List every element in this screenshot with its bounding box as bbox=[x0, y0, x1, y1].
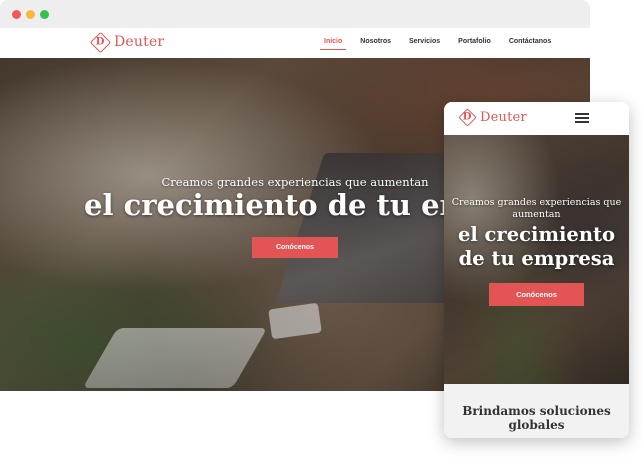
solutions-heading: Brindamos soluciones globales bbox=[462, 404, 611, 432]
browser-bar bbox=[0, 0, 590, 28]
maximize-window-dot[interactable] bbox=[40, 10, 49, 19]
conocenos-button[interactable]: Conócenos bbox=[252, 237, 338, 258]
nav-item-contactanos[interactable]: Contáctanos bbox=[509, 38, 551, 45]
mobile-logo-letter: D bbox=[463, 111, 472, 123]
hamburger-line bbox=[575, 121, 589, 123]
nav-item-nosotros[interactable]: Nosotros bbox=[360, 38, 391, 45]
mobile-header: D Deuter bbox=[444, 102, 629, 135]
mobile-hero-subtitle: Creamos grandes experiencias que aumenta… bbox=[451, 197, 622, 220]
mobile-brand-logo[interactable]: D Deuter bbox=[458, 108, 527, 127]
close-window-dot[interactable] bbox=[12, 10, 21, 19]
brand-name: Deuter bbox=[114, 34, 165, 50]
main-nav: Inicio Nosotros Servicios Portafolio Con… bbox=[319, 38, 569, 50]
brand-logo[interactable]: D Deuter bbox=[89, 31, 165, 53]
hamburger-icon[interactable] bbox=[575, 113, 589, 123]
mobile-hero-section: Creamos grandes experiencias que aumenta… bbox=[444, 135, 629, 384]
hamburger-line bbox=[575, 113, 589, 115]
mobile-hero-title: el crecimiento de tu empresa bbox=[457, 223, 616, 270]
mobile-solutions-section: Brindamos soluciones globales bbox=[444, 384, 629, 438]
mobile-logo-diamond-icon: D bbox=[458, 108, 477, 127]
nav-item-inicio[interactable]: Inicio bbox=[319, 38, 347, 50]
logo-diamond-icon: D bbox=[89, 31, 112, 53]
mobile-brand-name: Deuter bbox=[480, 110, 527, 125]
hamburger-line bbox=[575, 117, 589, 119]
mobile-mockup: D Deuter Creamos grandes experiencias qu… bbox=[444, 102, 629, 438]
nav-item-portafolio[interactable]: Portafolio bbox=[458, 38, 491, 45]
mobile-conocenos-button[interactable]: Conócenos bbox=[489, 283, 584, 306]
nav-item-servicios[interactable]: Servicios bbox=[409, 38, 440, 45]
minimize-window-dot[interactable] bbox=[26, 10, 35, 19]
site-header: D Deuter Inicio Nosotros Servicios Porta… bbox=[0, 28, 590, 58]
logo-letter: D bbox=[96, 35, 105, 47]
